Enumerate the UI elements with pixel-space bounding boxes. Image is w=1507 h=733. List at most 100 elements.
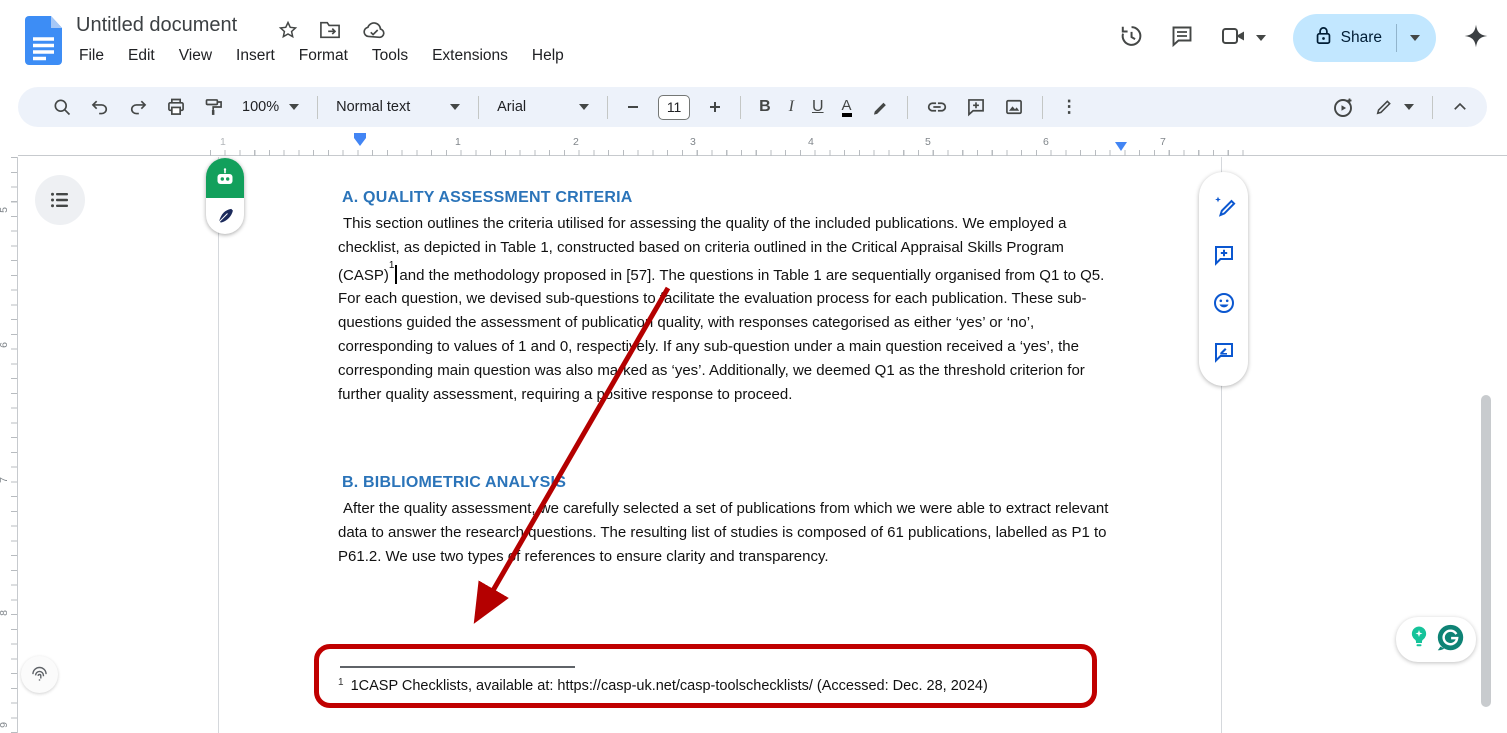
highlight-icon[interactable] (870, 98, 889, 117)
fingerprint-accessibility-icon (29, 664, 50, 685)
paragraph-style-select[interactable]: Normal text (336, 99, 460, 115)
insert-image-icon[interactable] (1004, 97, 1024, 117)
cloud-saved-icon[interactable] (362, 20, 386, 45)
font-family-select[interactable]: Arial (497, 99, 589, 115)
add-comment-icon[interactable] (966, 97, 986, 117)
ruler-number: 3 (690, 136, 696, 148)
document-outline-icon (48, 188, 72, 212)
ruler-number: 1 (220, 136, 226, 148)
ruler-ticks (11, 157, 17, 733)
more-options-icon[interactable]: ⋮ (1061, 97, 1078, 117)
version-history-icon[interactable] (1118, 23, 1143, 53)
move-folder-icon[interactable] (319, 20, 341, 45)
print-icon[interactable] (166, 97, 186, 117)
comments-icon[interactable] (1170, 24, 1194, 53)
menu-edit[interactable]: Edit (121, 44, 162, 68)
video-call-icon[interactable] (1221, 25, 1247, 52)
ruler-number: 1 (455, 136, 461, 148)
ruler-number: 5 (925, 136, 931, 148)
hide-menus-chevron-icon[interactable] (1451, 98, 1469, 116)
ruler-number: 9 (0, 722, 10, 728)
menu-format[interactable]: Format (292, 44, 355, 68)
robot-icon[interactable] (206, 158, 244, 198)
extension-widget (206, 158, 244, 234)
section-b-paragraph[interactable]: After the quality assessment, we careful… (338, 497, 1114, 568)
gemini-icon[interactable] (1463, 23, 1489, 54)
undo-icon[interactable] (90, 97, 110, 117)
ruler-ticks (210, 150, 1253, 156)
menu-view[interactable]: View (172, 44, 219, 68)
lightbulb-icon[interactable] (1407, 624, 1431, 655)
section-a-heading: A. QUALITY ASSESSMENT CRITERIA (342, 189, 632, 207)
font-family-value: Arial (497, 99, 526, 115)
ruler-number: 7 (1160, 136, 1166, 148)
font-size-input[interactable]: 11 (658, 95, 690, 120)
toolbar-divider (1432, 96, 1433, 119)
star-icon[interactable] (278, 20, 298, 45)
menu-tools[interactable]: Tools (365, 44, 415, 68)
document-title[interactable]: Untitled document (76, 14, 237, 37)
document-outline-button[interactable] (35, 175, 85, 225)
suggest-edits-icon[interactable] (1212, 340, 1236, 364)
zoom-value: 100% (242, 99, 279, 115)
menu-extensions[interactable]: Extensions (425, 44, 515, 68)
italic-button[interactable]: I (789, 98, 794, 116)
footnote-reference[interactable]: 1 (389, 260, 395, 271)
toolbar-divider (907, 96, 908, 119)
share-button[interactable]: Share (1293, 14, 1436, 62)
redo-icon[interactable] (128, 97, 148, 117)
section-a-paragraph[interactable]: This section outlines the criteria utili… (338, 212, 1114, 406)
toolbar-divider (1042, 96, 1043, 119)
help-me-write-icon[interactable] (1212, 194, 1236, 218)
toolbar-divider (317, 96, 318, 119)
ruler-number: 5 (0, 207, 10, 213)
emoji-icon[interactable] (1212, 291, 1236, 315)
right-indent-marker[interactable] (1115, 142, 1127, 151)
ruler-number: 8 (0, 610, 10, 616)
vertical-scrollbar[interactable] (1481, 395, 1491, 707)
share-main[interactable]: Share (1293, 14, 1396, 62)
red-highlight-box (314, 644, 1097, 708)
toolbar-divider (478, 96, 479, 119)
menu-help[interactable]: Help (525, 44, 571, 68)
ruler-number: 6 (0, 342, 10, 348)
link-icon[interactable] (926, 96, 948, 118)
zoom-select[interactable]: 100% (242, 99, 299, 115)
menubar: File Edit View Insert Format Tools Exten… (72, 44, 571, 68)
increase-font-size-button[interactable] (708, 100, 722, 114)
google-docs-logo-icon[interactable] (25, 16, 62, 66)
menu-file[interactable]: File (72, 44, 111, 68)
ruler-number: 7 (0, 477, 10, 483)
ruler-number: 2 (573, 136, 579, 148)
section-b-heading: B. BIBLIOMETRIC ANALYSIS (342, 474, 566, 492)
text-color-button[interactable]: A (842, 98, 852, 117)
grammarly-g-icon[interactable] (1436, 623, 1465, 657)
search-icon[interactable] (52, 97, 72, 117)
horizontal-ruler[interactable]: 1 1 2 3 4 5 6 7 (18, 133, 1507, 156)
format-toolbar: 100% Normal text Arial 11 B I U A ⋮ (18, 87, 1487, 127)
underline-button[interactable]: U (812, 98, 824, 116)
decrease-font-size-button[interactable] (626, 100, 640, 114)
quick-actions-rail (1199, 172, 1248, 386)
clock-play-icon[interactable] (1332, 95, 1356, 119)
accessibility-button[interactable] (21, 656, 58, 693)
grammarly-widget (1396, 617, 1476, 662)
para-a-post: and the methodology proposed in [57]. Th… (338, 267, 1104, 403)
ruler-number: 4 (808, 136, 814, 148)
text-cursor (395, 265, 397, 284)
left-indent-marker[interactable] (354, 133, 366, 146)
editing-mode-select[interactable] (1374, 97, 1414, 117)
bold-button[interactable]: B (759, 98, 771, 116)
ruler-number: 6 (1043, 136, 1049, 148)
paragraph-style-value: Normal text (336, 99, 410, 115)
video-call-caret-icon[interactable] (1256, 35, 1266, 41)
share-label: Share (1341, 29, 1382, 47)
vertical-ruler[interactable]: 5 6 7 8 9 (0, 157, 18, 733)
add-comment-icon[interactable] (1212, 243, 1236, 267)
share-dropdown[interactable] (1397, 14, 1436, 62)
paint-format-icon[interactable] (204, 97, 224, 117)
lock-icon (1315, 26, 1332, 50)
menu-insert[interactable]: Insert (229, 44, 282, 68)
toolbar-divider (740, 96, 741, 119)
toolbar-divider (607, 96, 608, 119)
